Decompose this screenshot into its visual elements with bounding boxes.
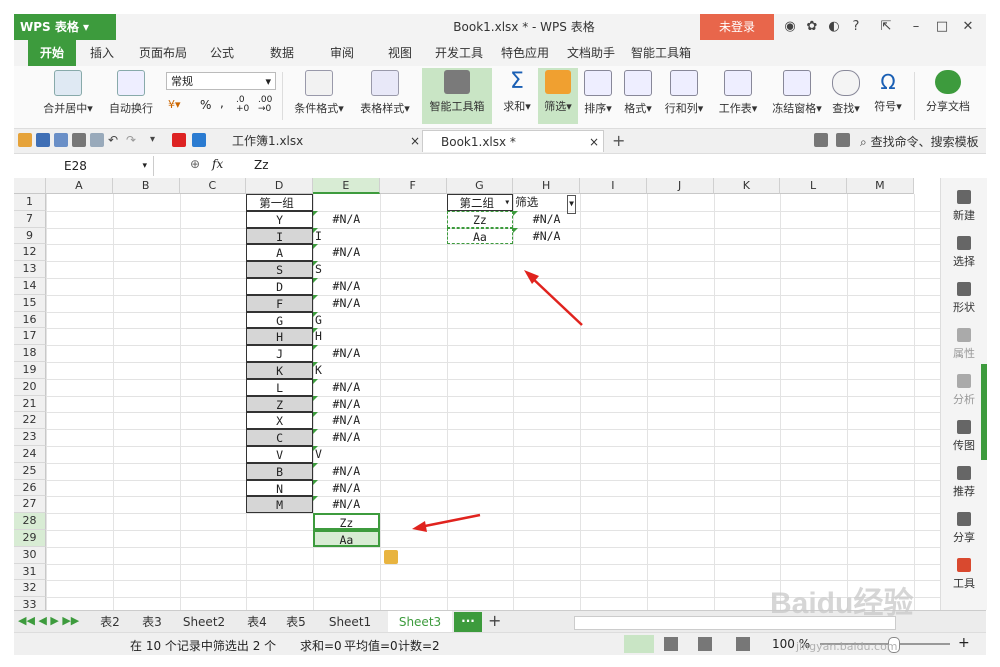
arrow-to-filter — [524, 270, 583, 326]
annotation-arrows — [412, 270, 583, 532]
arrow-to-pasted — [412, 513, 481, 532]
